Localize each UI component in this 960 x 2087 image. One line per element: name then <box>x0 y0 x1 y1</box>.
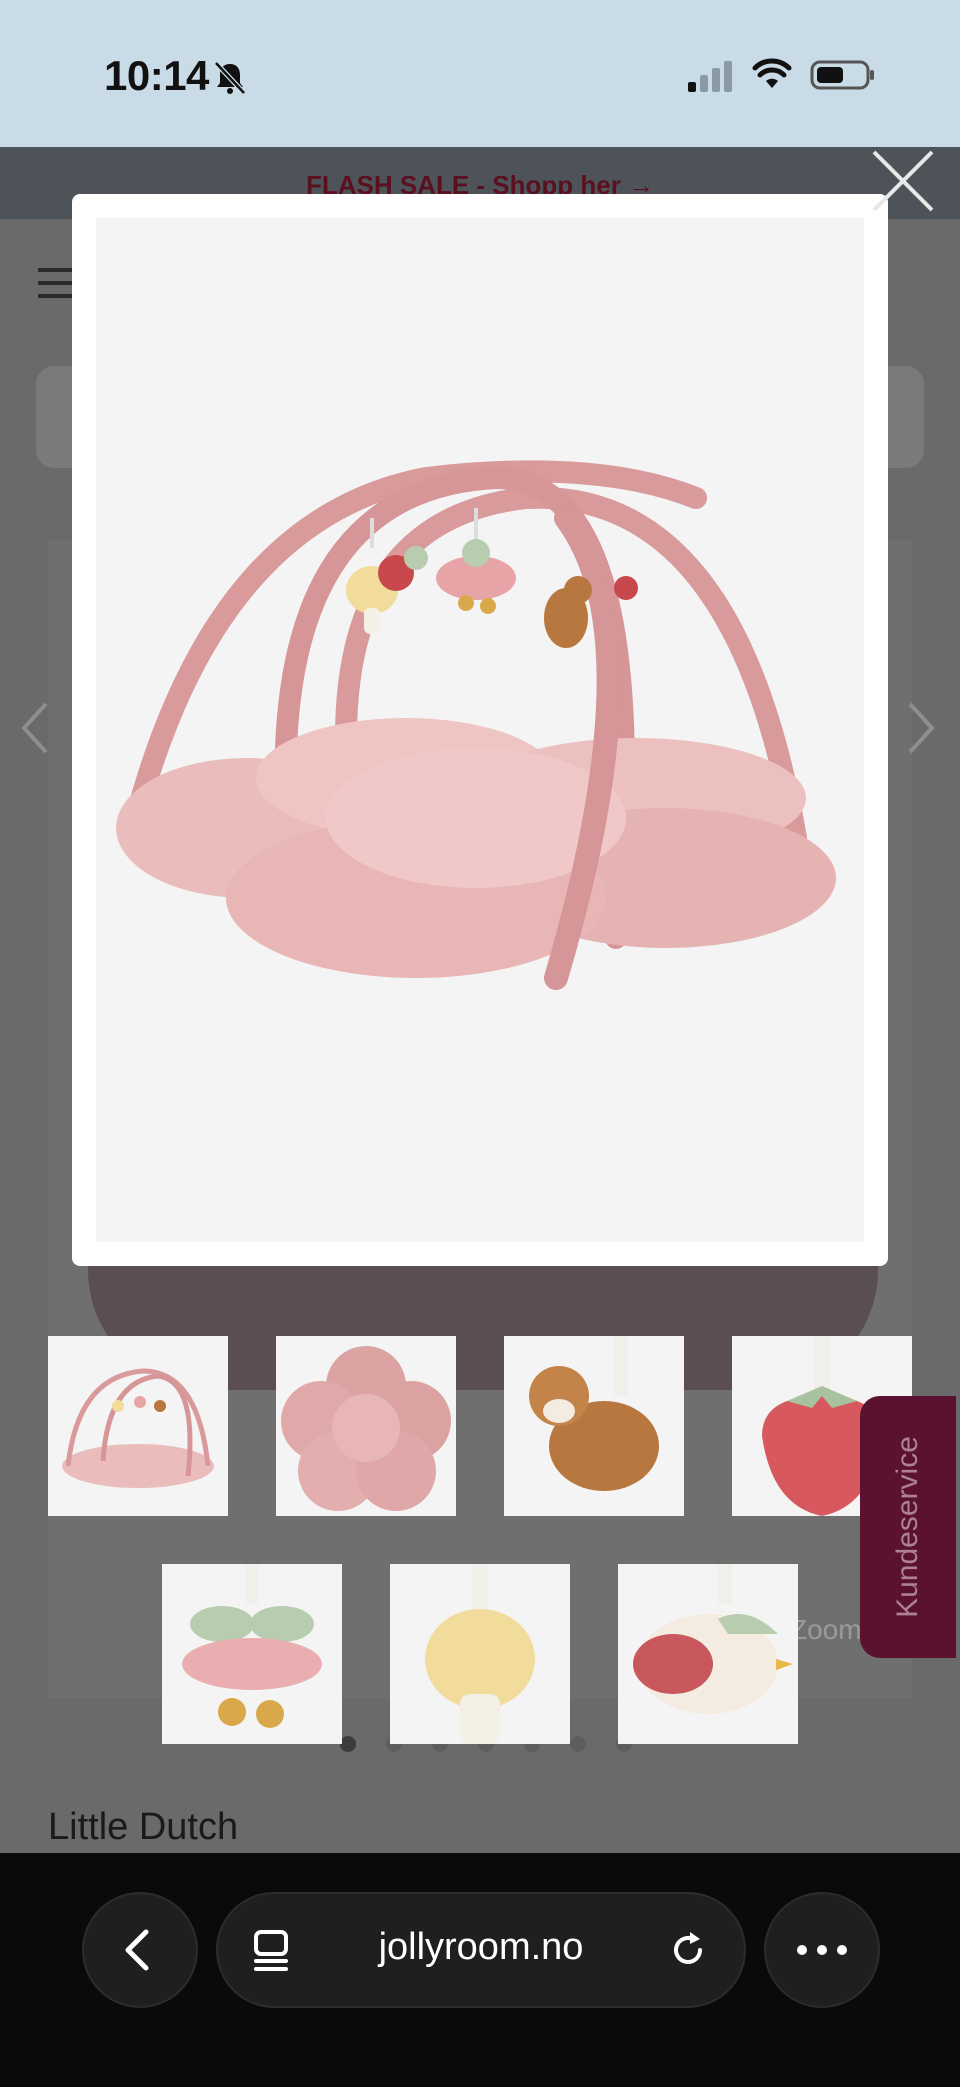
close-icon[interactable] <box>868 146 938 216</box>
gallery-dot[interactable] <box>340 1736 356 1752</box>
gallery-next-icon[interactable] <box>904 700 938 756</box>
back-button[interactable] <box>82 1892 198 2008</box>
thumbnail-flower-toy[interactable] <box>162 1564 342 1744</box>
battery-icon <box>810 60 874 90</box>
thumbnail-deer-toy[interactable] <box>504 1336 684 1516</box>
play-gym-illustration <box>116 460 836 990</box>
thumbnail-flower-mat[interactable] <box>276 1336 456 1516</box>
thumbnail-image <box>62 1368 214 1488</box>
reload-icon[interactable] <box>666 1928 710 1972</box>
address-bar[interactable]: jollyroom.no <box>216 1892 746 2008</box>
more-icon <box>797 1945 847 1955</box>
modal-main-image <box>96 218 864 1242</box>
thumbnail-bird-toy[interactable] <box>618 1564 798 1744</box>
thumbnail-image <box>281 1346 451 1511</box>
thumbnail-image <box>633 1564 793 1714</box>
thumbnail-mushroom-toy[interactable] <box>390 1564 570 1744</box>
zoom-label[interactable]: Zoom <box>790 1614 862 1646</box>
chevron-left-icon <box>125 1929 149 1971</box>
gallery-prev-icon[interactable] <box>18 700 52 756</box>
gallery-dot[interactable] <box>570 1736 586 1752</box>
thumbnail-image <box>529 1336 659 1491</box>
thumbnail-image <box>425 1564 535 1744</box>
wifi-icon <box>752 58 792 88</box>
thumbnail-image <box>182 1564 322 1728</box>
more-button[interactable] <box>764 1892 880 2008</box>
customer-service-tab[interactable]: Kundeservice <box>860 1396 956 1658</box>
silent-bell-icon <box>214 61 246 95</box>
status-time: 10:14 <box>104 52 209 99</box>
product-brand[interactable]: Little Dutch <box>48 1806 238 1849</box>
customer-service-label[interactable]: Kundeservice <box>891 1436 925 1618</box>
thumbnail-play-gym[interactable] <box>48 1336 228 1516</box>
cellular-signal-icon <box>688 61 732 92</box>
